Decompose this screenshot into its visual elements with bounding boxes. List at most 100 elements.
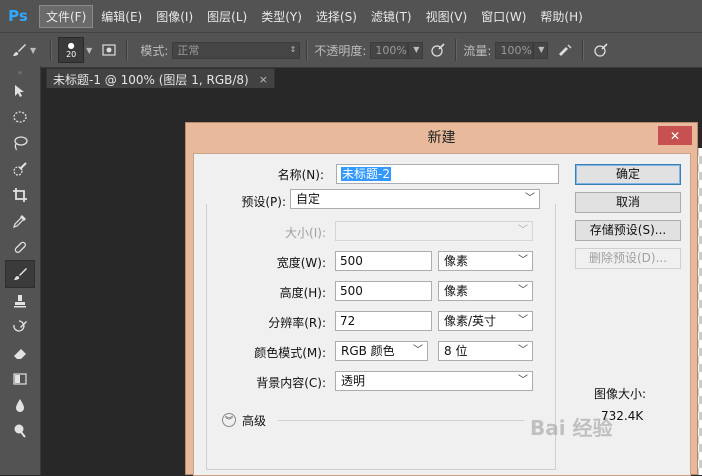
divider xyxy=(50,39,53,61)
menu-window[interactable]: 窗口(W) xyxy=(475,6,532,27)
chevron-down-icon: ﹀ xyxy=(518,255,528,266)
brush-panel-icon[interactable] xyxy=(98,39,120,61)
menu-file[interactable]: 文件(F) xyxy=(39,4,94,28)
dialog-body: 名称(N): 未标题-2 预设(P): 自定 ﹀ 大小(I): ﹀ 宽度(W):… xyxy=(193,153,691,476)
photoshop-logo: Ps xyxy=(8,7,28,25)
preset-select[interactable]: 自定 ﹀ xyxy=(290,189,540,209)
preset-label: 预设(P): xyxy=(235,193,286,210)
opacity-value: 100% xyxy=(375,43,407,57)
pressure-opacity-icon[interactable] xyxy=(427,39,449,61)
flow-input[interactable]: 100% xyxy=(495,41,534,59)
size-select[interactable]: ﹀ xyxy=(335,221,533,241)
divider xyxy=(582,39,585,61)
document-tab[interactable]: 未标题-1 @ 100% (图层 1, RGB/8) × xyxy=(46,68,275,89)
move-tool-icon[interactable] xyxy=(6,78,34,104)
chevron-down-icon: ﹀ xyxy=(518,375,528,386)
mode-label: 模式: xyxy=(140,43,169,58)
chevron-down-icon: ﹀ xyxy=(525,193,535,204)
bit-depth-value: 8 位 xyxy=(444,344,468,358)
brush-size-value: 20 xyxy=(66,50,77,59)
pressure-size-icon[interactable] xyxy=(590,39,612,61)
dodge-tool-icon[interactable] xyxy=(6,418,34,444)
brush-tool-icon[interactable] xyxy=(5,260,35,288)
flow-label: 流量: xyxy=(463,43,492,58)
chevron-down-icon[interactable]: ▼ xyxy=(30,46,36,55)
mode-value: 正常 xyxy=(177,44,200,57)
height-label: 高度(H): xyxy=(279,286,326,300)
width-unit-select[interactable]: 像素 ﹀ xyxy=(438,251,533,271)
save-preset-button[interactable]: 存储预设(S)... xyxy=(575,220,681,241)
panel-grip-icon[interactable]: » xyxy=(0,66,40,78)
menu-type[interactable]: 类型(Y) xyxy=(255,6,308,27)
advanced-expand-icon[interactable]: ︾ xyxy=(222,413,236,427)
flow-dropdown[interactable]: ▼ xyxy=(533,41,549,59)
color-mode-value: RGB 颜色 xyxy=(341,344,395,358)
new-document-dialog: 新建 ✕ 名称(N): 未标题-2 预设(P): 自定 ﹀ 大小(I): ﹀ 宽… xyxy=(185,122,698,476)
height-unit-select[interactable]: 像素 ﹀ xyxy=(438,281,533,301)
eraser-tool-icon[interactable] xyxy=(6,340,34,366)
width-unit-value: 像素 xyxy=(444,254,469,268)
background-label: 背景内容(C): xyxy=(256,376,326,390)
name-field[interactable]: 未标题-2 xyxy=(336,164,559,184)
brush-tool-preset-icon[interactable] xyxy=(8,39,30,61)
resolution-unit-select[interactable]: 像素/英寸 ﹀ xyxy=(438,311,533,331)
menu-image[interactable]: 图像(I) xyxy=(150,6,199,27)
background-value: 透明 xyxy=(341,374,366,388)
menu-view[interactable]: 视图(V) xyxy=(420,6,474,27)
menu-select[interactable]: 选择(S) xyxy=(310,6,363,27)
airbrush-icon[interactable] xyxy=(554,39,576,61)
delete-preset-button[interactable]: 删除预设(D)... xyxy=(575,248,681,269)
flow-value: 100% xyxy=(500,43,532,57)
mode-select[interactable]: 正常 ⇕ xyxy=(172,41,301,59)
quick-selection-tool-icon[interactable] xyxy=(6,156,34,182)
menu-layer[interactable]: 图层(L) xyxy=(201,6,253,27)
menu-help[interactable]: 帮助(H) xyxy=(534,6,588,27)
dialog-title: 新建 xyxy=(427,130,456,146)
cancel-button[interactable]: 取消 xyxy=(575,192,681,213)
width-label: 宽度(W): xyxy=(276,256,326,270)
divider xyxy=(126,39,129,61)
divider xyxy=(278,420,524,421)
tools-panel: » xyxy=(0,66,41,475)
updown-icon: ⇕ xyxy=(289,44,297,54)
brush-dot-icon: ● xyxy=(67,41,75,50)
lasso-tool-icon[interactable] xyxy=(6,130,34,156)
chevron-down-icon: ﹀ xyxy=(518,345,528,356)
background-select[interactable]: 透明 ﹀ xyxy=(335,371,533,391)
brush-picker[interactable]: ● 20 xyxy=(58,37,85,63)
marquee-tool-icon[interactable] xyxy=(6,104,34,130)
advanced-label: 高级 xyxy=(242,414,267,428)
height-unit-value: 像素 xyxy=(444,284,469,298)
close-button[interactable]: ✕ xyxy=(658,126,692,145)
eyedropper-tool-icon[interactable] xyxy=(6,208,34,234)
menu-filter[interactable]: 滤镜(T) xyxy=(365,6,418,27)
width-value: 500 xyxy=(340,254,363,268)
opacity-dropdown[interactable]: ▼ xyxy=(408,41,424,59)
chevron-down-icon[interactable]: ▼ xyxy=(86,46,92,55)
bit-depth-select[interactable]: 8 位 ﹀ xyxy=(438,341,533,361)
chevron-down-icon: ﹀ xyxy=(518,285,528,296)
chevron-down-icon: ▼ xyxy=(538,44,545,54)
name-label: 名称(N): xyxy=(277,168,324,182)
color-mode-select[interactable]: RGB 颜色 ﹀ xyxy=(335,341,428,361)
watermark: Bai 经验 xyxy=(530,416,613,440)
chevron-down-icon: ▼ xyxy=(413,44,420,54)
size-label: 大小(I): xyxy=(285,226,326,240)
resolution-field[interactable]: 72 xyxy=(335,311,432,331)
healing-brush-tool-icon[interactable] xyxy=(6,234,34,260)
menu-edit[interactable]: 编辑(E) xyxy=(95,6,148,27)
opacity-input[interactable]: 100% xyxy=(370,41,409,59)
blur-tool-icon[interactable] xyxy=(6,392,34,418)
height-field[interactable]: 500 xyxy=(335,281,432,301)
history-brush-tool-icon[interactable] xyxy=(6,314,34,340)
clone-stamp-tool-icon[interactable] xyxy=(6,288,34,314)
close-icon[interactable]: × xyxy=(259,73,268,86)
gradient-tool-icon[interactable] xyxy=(6,366,34,392)
height-value: 500 xyxy=(340,284,363,298)
name-value: 未标题-2 xyxy=(341,167,391,181)
resolution-unit-value: 像素/英寸 xyxy=(444,314,497,328)
width-field[interactable]: 500 xyxy=(335,251,432,271)
document-tab-title: 未标题-1 @ 100% (图层 1, RGB/8) xyxy=(53,72,249,87)
crop-tool-icon[interactable] xyxy=(6,182,34,208)
ok-button[interactable]: 确定 xyxy=(575,164,681,185)
